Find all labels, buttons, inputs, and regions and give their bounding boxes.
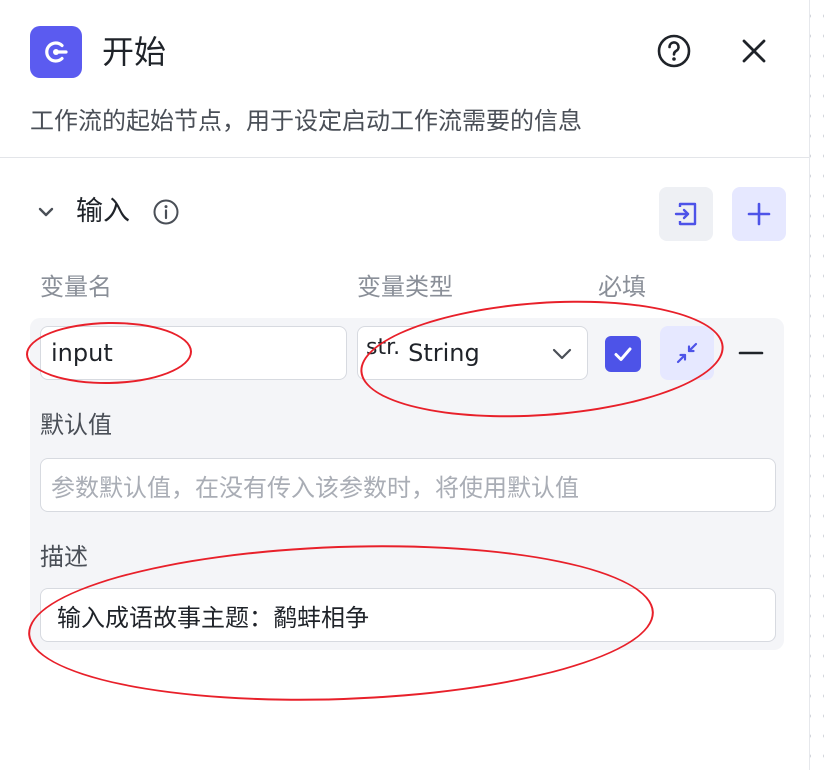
import-button[interactable]: [659, 187, 713, 241]
section-toggle[interactable]: [30, 196, 62, 228]
collapse-arrows-icon: [676, 342, 698, 364]
panel-description: 工作流的起始节点，用于设定启动工作流需要的信息: [30, 107, 582, 135]
section-title: 输入: [76, 196, 130, 227]
description-value: 输入成语故事主题：鹬蚌相争: [57, 603, 369, 632]
import-icon: [674, 202, 697, 226]
close-icon: [742, 39, 766, 63]
type-selected-value: String: [408, 339, 480, 367]
check-icon: [614, 347, 632, 361]
variable-name-value: input: [51, 339, 113, 367]
default-value-placeholder: 参数默认值，在没有传入该参数时，将使用默认值: [51, 473, 579, 502]
description-input[interactable]: 输入成语故事主题：鹬蚌相争: [40, 588, 776, 642]
canvas-dotted-background: [810, 0, 824, 770]
collapse-variable-button[interactable]: [660, 326, 714, 380]
default-value-input[interactable]: 参数默认值，在没有传入该参数时，将使用默认值: [40, 458, 776, 512]
help-button[interactable]: [654, 31, 694, 71]
chevron-down-icon: [552, 348, 572, 360]
start-node-icon: [30, 26, 82, 78]
required-checkbox[interactable]: [605, 336, 641, 372]
variable-type-select[interactable]: str. String: [357, 326, 588, 380]
close-button[interactable]: [734, 31, 774, 71]
description-label: 描述: [40, 543, 88, 571]
help-circle-icon: [657, 34, 691, 68]
add-variable-button[interactable]: [732, 187, 786, 241]
start-node-panel: 开始 工作流的起始节点，用于设定启动工作流需要的信息 输入 变量名 变量类型 必…: [0, 0, 810, 770]
header-divider: [0, 157, 809, 158]
plus-icon: [747, 202, 771, 226]
info-icon[interactable]: [152, 198, 180, 226]
start-node-panel-page: 开始 工作流的起始节点，用于设定启动工作流需要的信息 输入 变量名 变量类型 必…: [0, 0, 824, 770]
minus-icon: [738, 351, 764, 355]
variable-name-input[interactable]: input: [40, 326, 347, 380]
column-label-name: 变量名: [40, 273, 112, 301]
chevron-down-icon: [38, 207, 54, 217]
column-label-type: 变量类型: [357, 273, 453, 301]
default-value-label: 默认值: [40, 411, 112, 439]
column-label-required: 必填: [598, 273, 646, 301]
remove-variable-button[interactable]: [734, 336, 768, 370]
type-prefix-label: str.: [366, 334, 401, 360]
panel-title: 开始: [102, 33, 167, 71]
